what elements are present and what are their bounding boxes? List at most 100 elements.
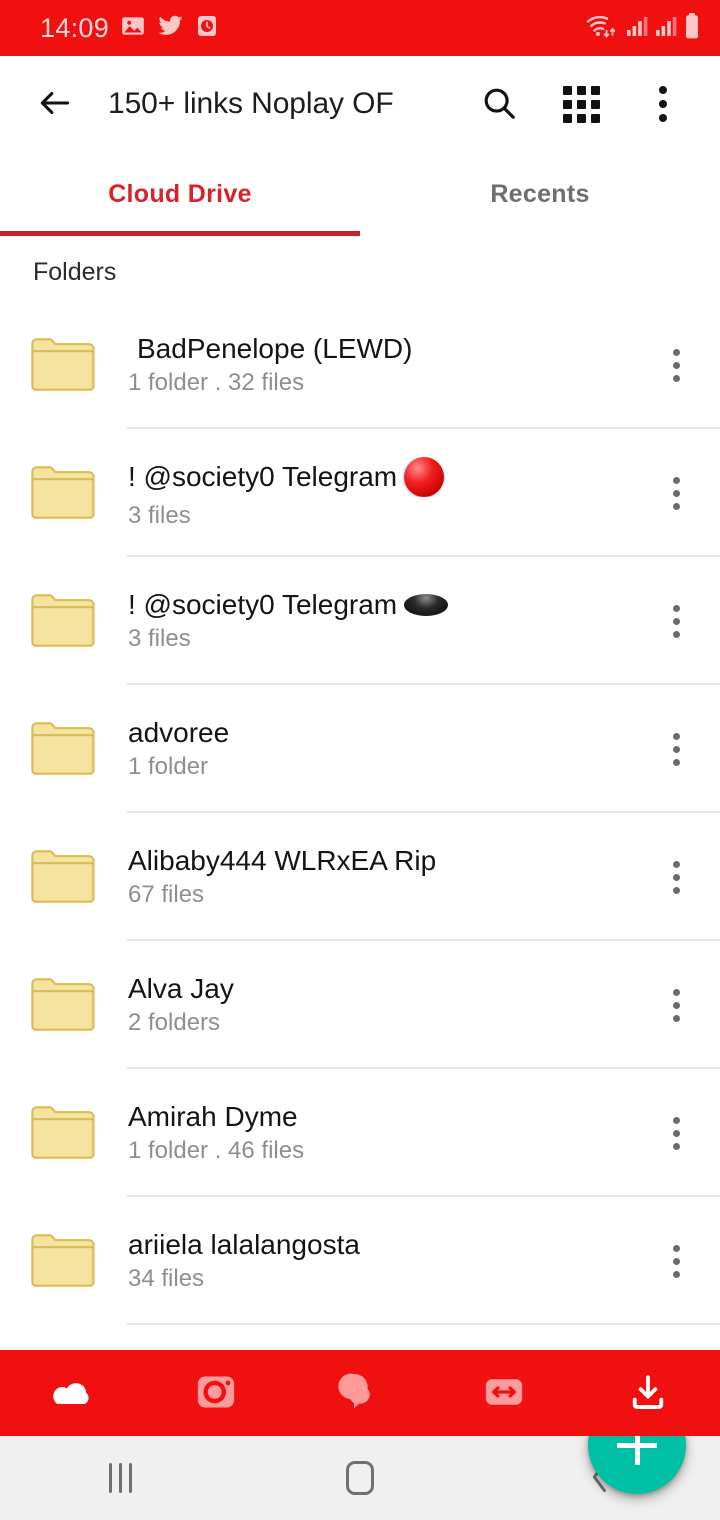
folder-row[interactable]: ariiela lalalangosta 34 files (0, 1197, 720, 1325)
alarm-icon (195, 13, 219, 44)
tab-bar: Cloud Drive Recents (0, 152, 720, 236)
folder-row-text: ariiela lalalangosta 34 files (128, 1229, 632, 1293)
folder-row-overflow-button[interactable] (632, 1069, 720, 1197)
bottom-nav-cloud-drive[interactable] (0, 1350, 144, 1436)
toolbar: 150+ links Noplay OF (0, 56, 720, 152)
folder-row[interactable]: Alva Jay 2 folders (0, 941, 720, 1069)
folder-name-text: ! @society0 Telegram (128, 589, 398, 621)
folder-row-overflow-button[interactable] (632, 813, 720, 941)
more-vertical-icon (672, 348, 680, 382)
home-icon (346, 1461, 374, 1495)
bottom-navigation (0, 1350, 720, 1436)
more-vertical-icon (672, 1244, 680, 1278)
transfers-icon (482, 1372, 526, 1415)
hole-emoji (404, 593, 449, 616)
folder-name-text: BadPenelope (LEWD) (137, 333, 413, 365)
folder-info: 67 files (128, 881, 205, 909)
more-vertical-icon (672, 476, 680, 510)
folder-row-overflow-button[interactable] (632, 301, 720, 429)
android-recents-button[interactable] (0, 1436, 240, 1520)
folder-row[interactable]: advoree 1 folder (0, 685, 720, 813)
android-home-button[interactable] (240, 1436, 480, 1520)
folder-name: ariiela lalalangosta (128, 1229, 632, 1260)
folder-row-overflow-button[interactable] (632, 429, 720, 557)
folder-info: 3 files (128, 625, 191, 653)
status-bar-right (585, 12, 700, 45)
bottom-nav-transfers[interactable] (432, 1350, 576, 1436)
chat-bubbles-icon (336, 1372, 384, 1415)
folder-name: Alva Jay (128, 973, 632, 1004)
folder-icon (30, 1105, 98, 1161)
folder-icon (30, 593, 98, 649)
folder-row[interactable]: ! @society0 Telegram 3 files (0, 557, 720, 685)
folder-row[interactable]: Amirah Dyme 1 folder . 46 files (0, 1069, 720, 1197)
folder-row[interactable]: ! @society0 Telegram 3 files (0, 429, 720, 557)
folder-name: BadPenelope (LEWD) (128, 333, 632, 364)
folder-row-text: BadPenelope (LEWD) 1 folder . 32 files (128, 333, 632, 397)
more-vertical-icon (672, 732, 680, 766)
more-vertical-icon (659, 86, 667, 122)
back-arrow-icon (36, 84, 74, 125)
folder-row[interactable]: Alibaby444 WLRxEA Rip 67 files (0, 813, 720, 941)
bottom-nav-chat[interactable] (288, 1350, 432, 1436)
app-root: 14:09 150+ links Noplay OF Cloud Drive R… (0, 0, 720, 1520)
folder-icon (30, 849, 98, 905)
status-time: 14:09 (40, 12, 110, 43)
twitter-icon (157, 13, 184, 44)
more-vertical-icon (672, 604, 680, 638)
camera-icon (194, 1372, 238, 1415)
folder-name: Alibaby444 WLRxEA Rip (128, 845, 632, 876)
download-icon (627, 1372, 669, 1415)
folder-name-text: ariiela lalalangosta (128, 1229, 360, 1261)
bottom-nav-camera-uploads[interactable] (144, 1350, 288, 1436)
search-button[interactable] (472, 77, 526, 131)
bottom-nav-offline[interactable] (576, 1350, 720, 1436)
wifi-icon (585, 12, 619, 45)
photo-icon (120, 13, 146, 44)
more-vertical-icon (672, 988, 680, 1022)
tab-active-indicator (0, 231, 360, 236)
grid-view-button[interactable] (554, 77, 608, 131)
folder-row-text: Alva Jay 2 folders (128, 973, 632, 1037)
status-bar: 14:09 (0, 0, 720, 56)
folder-row-text: ! @society0 Telegram 3 files (128, 456, 632, 529)
folder-row-overflow-button[interactable] (632, 557, 720, 685)
folder-row[interactable]: BadPenelope (LEWD) 1 folder . 32 files (0, 301, 720, 429)
battery-icon (684, 12, 700, 45)
red-circle-emoji (404, 456, 445, 497)
page-title: 150+ links Noplay OF (108, 87, 394, 120)
folder-list[interactable]: BadPenelope (LEWD) 1 folder . 32 files ! @… (0, 301, 720, 1350)
folder-name: Amirah Dyme (128, 1101, 632, 1132)
more-vertical-icon (672, 860, 680, 894)
folder-row-overflow-button[interactable] (632, 1197, 720, 1325)
folder-row-text: advoree 1 folder (128, 717, 632, 781)
folder-info: 2 folders (128, 1009, 221, 1037)
folder-info: 1 folder . 46 files (128, 1137, 305, 1165)
toolbar-actions (472, 77, 690, 131)
folder-row-overflow-button[interactable] (632, 685, 720, 813)
tab-cloud-drive[interactable]: Cloud Drive (0, 152, 360, 236)
row-divider (127, 1323, 720, 1325)
cloud-icon (48, 1372, 96, 1415)
folder-info: 1 folder . 32 files (128, 369, 305, 397)
folders-section-header: Folders (33, 258, 117, 286)
folder-row-text: Amirah Dyme 1 folder . 46 files (128, 1101, 632, 1165)
tab-recents[interactable]: Recents (360, 152, 720, 236)
folder-info: 1 folder (128, 753, 209, 781)
folder-row-text: ! @society0 Telegram 3 files (128, 589, 632, 653)
folder-icon (30, 337, 98, 393)
back-button[interactable] (28, 77, 82, 131)
folder-row-text: Alibaby444 WLRxEA Rip 67 files (128, 845, 632, 909)
folder-name-text: ! @society0 Telegram (128, 461, 398, 493)
folder-name: ! @society0 Telegram (128, 589, 632, 620)
overflow-menu-button[interactable] (636, 77, 690, 131)
folder-info: 3 files (128, 501, 191, 529)
folder-name-text: Alibaby444 WLRxEA Rip (128, 845, 437, 877)
search-icon (480, 84, 518, 125)
more-vertical-icon (672, 1116, 680, 1150)
folder-name-text: Alva Jay (128, 973, 234, 1005)
folder-name-text: advoree (128, 717, 230, 749)
folder-row-overflow-button[interactable] (632, 941, 720, 1069)
folder-name-text: Amirah Dyme (128, 1101, 298, 1133)
folder-name: ! @society0 Telegram (128, 456, 632, 497)
